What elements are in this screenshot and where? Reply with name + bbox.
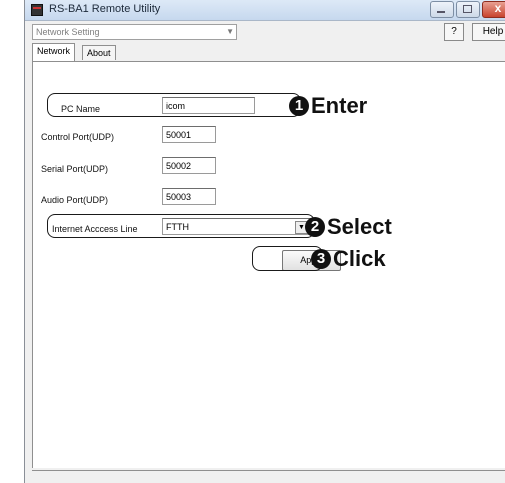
close-button[interactable] bbox=[482, 1, 505, 18]
context-help-button[interactable]: ? bbox=[444, 23, 464, 41]
callout-number-1: 1 bbox=[289, 96, 309, 116]
setting-category-value: Network Setting bbox=[36, 27, 100, 37]
pc-name-highlight bbox=[47, 93, 301, 117]
setting-category-dropdown[interactable]: Network Setting ▼ bbox=[32, 24, 237, 40]
tab-about[interactable]: About bbox=[82, 45, 116, 60]
title-bar: RS-BA1 Remote Utility bbox=[25, 0, 505, 21]
app-window: RS-BA1 Remote Utility Network Setting ▼ … bbox=[24, 0, 505, 483]
app-icon bbox=[31, 4, 43, 16]
audio-port-input[interactable]: 50003 bbox=[162, 188, 216, 205]
callout-enter: 1 Enter bbox=[289, 94, 367, 118]
callout-number-2: 2 bbox=[305, 217, 325, 237]
window-controls bbox=[428, 1, 505, 18]
callout-text-enter: Enter bbox=[311, 93, 368, 118]
callout-text-select: Select bbox=[327, 214, 392, 239]
maximize-button[interactable] bbox=[456, 1, 480, 18]
callout-select: 2 Select bbox=[305, 215, 392, 239]
tab-network[interactable]: Network bbox=[32, 43, 76, 61]
serial-port-label: Serial Port(UDP) bbox=[41, 164, 109, 174]
callout-click: 3 Click bbox=[311, 247, 386, 271]
minimize-button[interactable] bbox=[430, 1, 454, 18]
audio-port-label: Audio Port(UDP) bbox=[41, 195, 109, 205]
serial-port-input[interactable]: 50002 bbox=[162, 157, 216, 174]
status-divider bbox=[32, 470, 505, 471]
window-title: RS-BA1 Remote Utility bbox=[49, 3, 161, 15]
chevron-down-icon: ▼ bbox=[226, 27, 234, 36]
control-port-label: Control Port(UDP) bbox=[41, 132, 115, 142]
help-button[interactable]: Help bbox=[472, 23, 505, 41]
control-port-input[interactable]: 50001 bbox=[162, 126, 216, 143]
callout-text-click: Click bbox=[333, 246, 386, 271]
internet-line-highlight bbox=[47, 214, 315, 238]
callout-number-3: 3 bbox=[311, 249, 331, 269]
